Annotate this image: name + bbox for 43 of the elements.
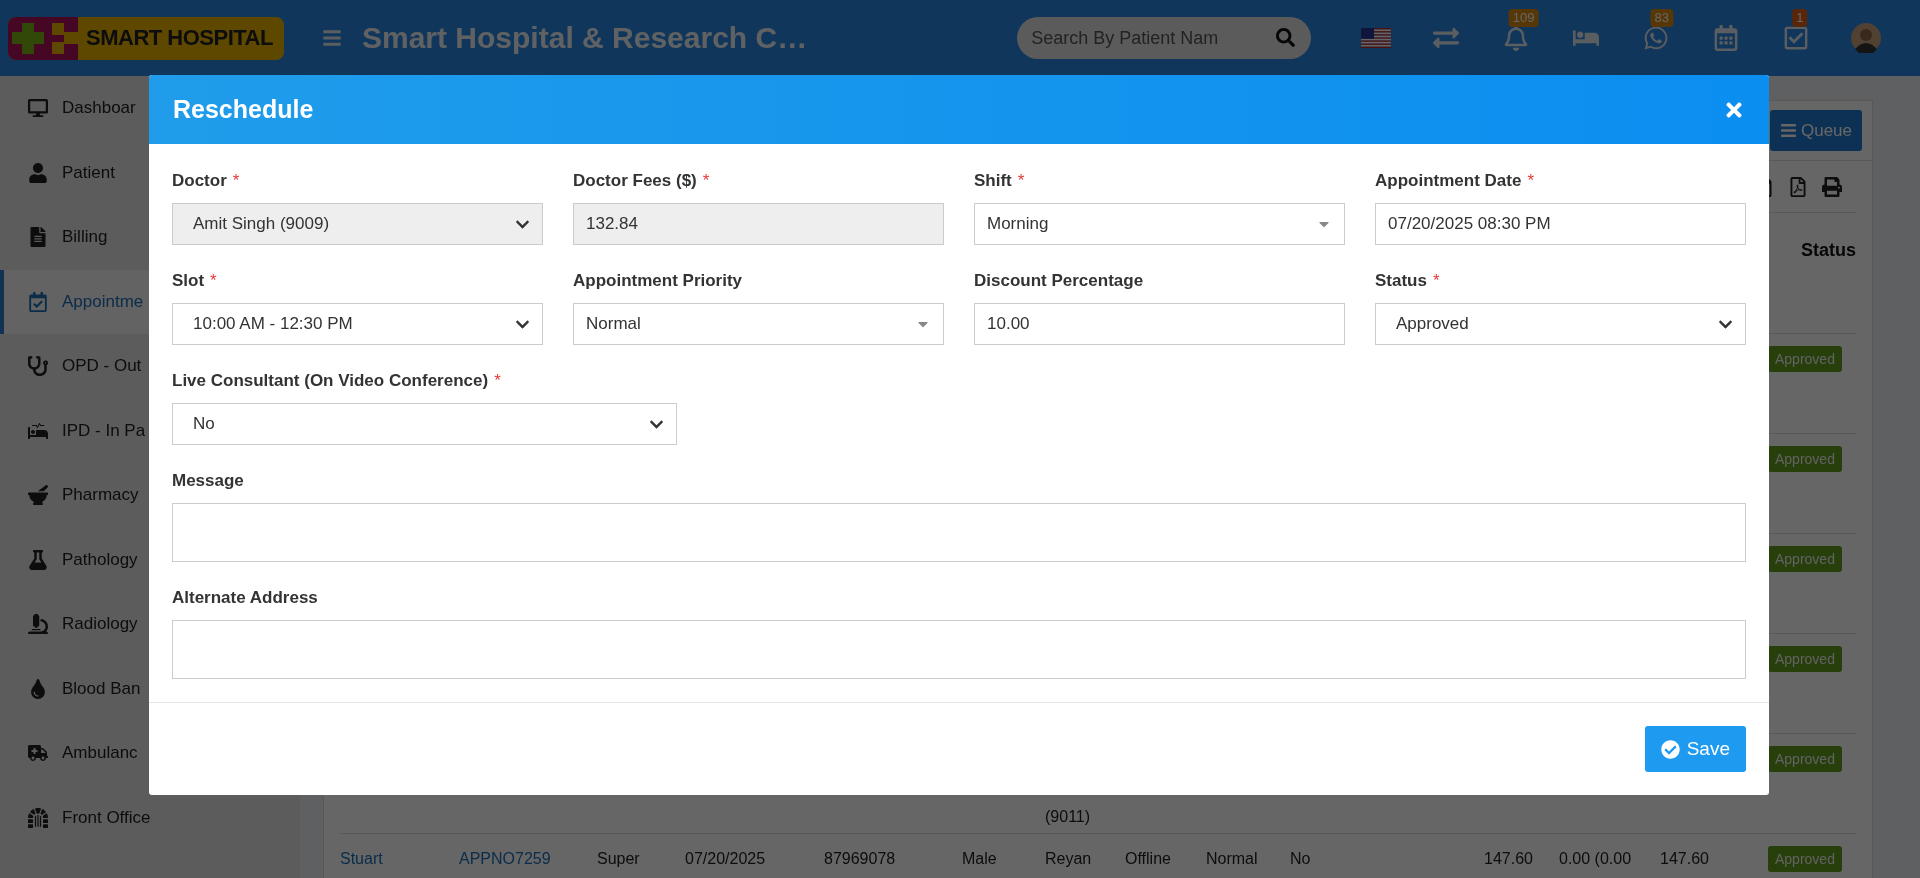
- status-badge: Approved: [1768, 746, 1842, 772]
- field-label: Appointment Priority: [573, 271, 743, 291]
- table-cell-text: 147.60: [1660, 849, 1710, 869]
- field-label: Doctor Fees ($): [573, 171, 697, 191]
- table-cell-text: 147.60: [1484, 849, 1534, 869]
- field-label: Appointment Date: [1375, 171, 1522, 191]
- field-label: Alternate Address: [172, 588, 318, 608]
- required-mark: *: [1527, 171, 1534, 191]
- logo-text: SMART HOSPITAL: [86, 25, 273, 51]
- table-cell-text: Male: [962, 849, 998, 869]
- field-label: Live Consultant (On Video Conference): [172, 371, 489, 391]
- modal-title: Reschedule: [173, 95, 314, 124]
- required-mark: *: [494, 371, 501, 391]
- status-badge: Approved: [1768, 446, 1842, 472]
- table-cell-text: Reyan: [1045, 849, 1093, 869]
- status-badge: Approved: [1768, 346, 1842, 372]
- count-badge: 83: [1650, 9, 1673, 27]
- field-label: Shift: [974, 171, 1012, 191]
- field-label: Status: [1375, 271, 1427, 291]
- required-mark: *: [702, 171, 710, 191]
- field-label: Discount Percentage: [974, 271, 1144, 291]
- required-mark: *: [1432, 271, 1440, 291]
- table-cell-text: No: [1290, 849, 1312, 869]
- field-label: Doctor: [172, 171, 227, 191]
- count-badge: 109: [1508, 9, 1539, 27]
- table-cell-text: (9011): [1045, 807, 1092, 827]
- field-label: Slot: [172, 271, 205, 291]
- table-cell-text: Super: [597, 849, 641, 869]
- app-title: Smart Hospital & Research C…: [362, 21, 808, 55]
- column-header: Status: [1801, 240, 1856, 261]
- table-cell-text: 0.00 (0.00: [1559, 849, 1633, 869]
- table-cell-text: Offline: [1125, 849, 1172, 869]
- required-mark: *: [232, 171, 240, 191]
- table-cell-text: Normal: [1206, 849, 1259, 869]
- count-badge: 1: [1792, 9, 1808, 27]
- table-cell-text: 87969078: [824, 849, 897, 869]
- status-badge: Approved: [1768, 646, 1842, 672]
- required-mark: *: [210, 271, 217, 291]
- status-badge: Approved: [1768, 546, 1842, 572]
- required-mark: *: [1017, 171, 1025, 191]
- status-badge: Approved: [1768, 846, 1842, 872]
- table-cell-text: 07/20/2025: [685, 849, 767, 869]
- field-label: Message: [172, 471, 244, 491]
